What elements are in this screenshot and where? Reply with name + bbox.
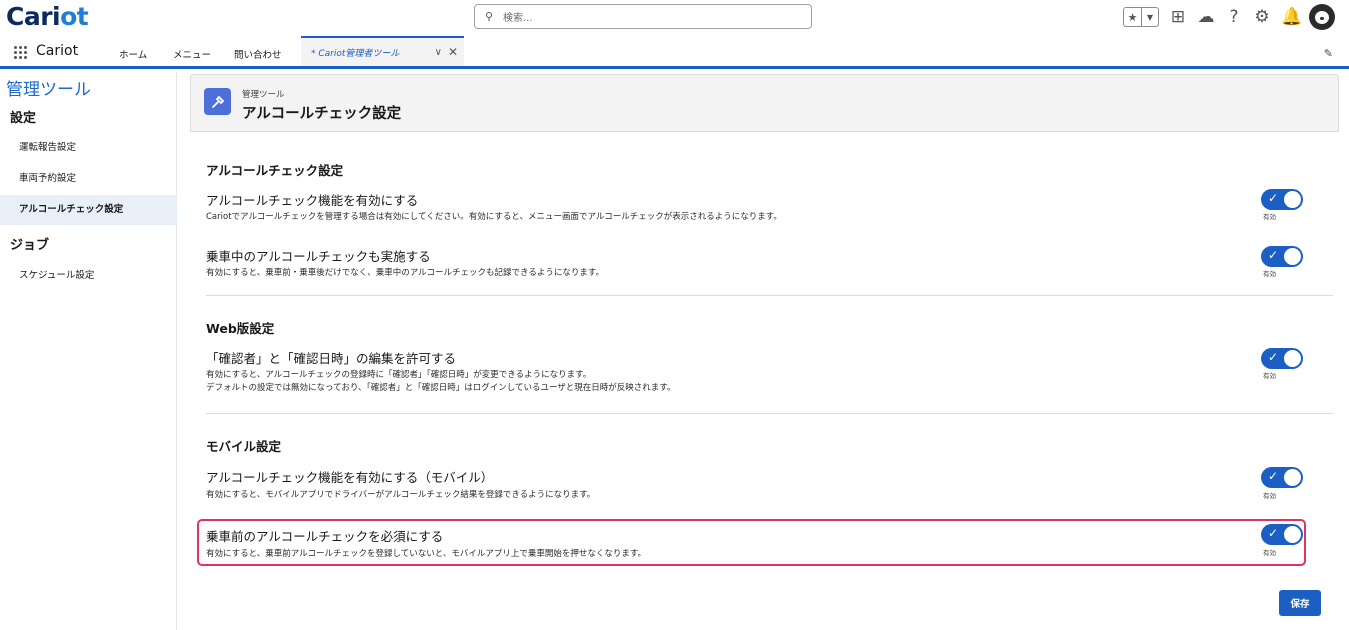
save-button[interactable]: 保存 bbox=[1279, 590, 1321, 616]
setting-desc-in-ride-check: 有効にすると、乗車前・乗車後だけでなく、乗車中のアルコールチェックも記録できるよ… bbox=[206, 268, 604, 278]
check-icon: ✓ bbox=[1268, 469, 1279, 483]
edit-nav-pencil-icon[interactable]: ✎ bbox=[1324, 47, 1333, 60]
toggle-require-pre-ride[interactable]: ✓ bbox=[1261, 524, 1303, 545]
nav-item-inquiry[interactable]: 問い合わせ bbox=[234, 47, 282, 61]
app-launcher-icon[interactable] bbox=[14, 46, 27, 59]
toggle-caption: 有効 bbox=[1263, 372, 1276, 380]
setup-gear-icon[interactable]: ⚙ bbox=[1253, 7, 1271, 27]
section-divider bbox=[206, 295, 1333, 296]
nav-item-home[interactable]: ホーム bbox=[119, 47, 147, 61]
sidebar-item-schedule[interactable]: スケジュール設定 bbox=[0, 261, 177, 291]
sidebar-item-alcohol-check[interactable]: アルコールチェック設定 bbox=[0, 195, 177, 225]
notifications-bell-icon[interactable]: 🔔 bbox=[1281, 7, 1302, 27]
page-subtitle: 管理ツール bbox=[242, 90, 285, 100]
sidebar-item-vehicle-reservation[interactable]: 車両予約設定 bbox=[0, 164, 177, 194]
setting-label-enable-alcohol-check: アルコールチェック機能を有効にする bbox=[206, 193, 419, 208]
toggle-enable-mobile[interactable]: ✓ bbox=[1261, 467, 1303, 488]
page-header: 管理ツール アルコールチェック設定 bbox=[190, 74, 1339, 132]
setting-desc-enable-alcohol-check: Cariotでアルコールチェックを管理する場合は有効にしてください。有効にすると… bbox=[206, 212, 782, 222]
tab-chevron-down-icon[interactable]: ∨ bbox=[435, 47, 442, 58]
help-icon[interactable]: ? bbox=[1225, 7, 1243, 27]
favorites-button-group: ★ ▼ bbox=[1123, 7, 1159, 27]
toggle-caption: 有効 bbox=[1263, 492, 1276, 500]
tab-label: * Cariot管理者ツール bbox=[311, 48, 400, 59]
sidebar-section-settings: 設定 bbox=[10, 111, 37, 126]
check-icon: ✓ bbox=[1268, 191, 1279, 205]
cariot-logo[interactable]: Cariot bbox=[6, 2, 89, 31]
section-title-alcohol-check: アルコールチェック設定 bbox=[206, 163, 344, 178]
global-search-input[interactable]: ⚲ 検索... bbox=[474, 4, 812, 29]
tab-close-icon[interactable]: ✕ bbox=[448, 45, 458, 59]
check-icon: ✓ bbox=[1268, 248, 1279, 262]
admin-tool-sidebar: 管理ツール 設定 運転報告設定 車両予約設定 アルコールチェック設定 ジョブ ス… bbox=[0, 72, 177, 630]
section-title-web: Web版設定 bbox=[206, 321, 275, 336]
app-name: Cariot bbox=[36, 43, 79, 59]
check-icon: ✓ bbox=[1268, 526, 1279, 540]
setting-desc-enable-mobile: 有効にすると、モバイルアプリでドライバーがアルコールチェック結果を登録できるよう… bbox=[206, 490, 596, 500]
main-content: 管理ツール アルコールチェック設定 アルコールチェック設定 アルコールチェック機… bbox=[190, 72, 1339, 630]
favorite-star-icon[interactable]: ★ bbox=[1124, 8, 1141, 26]
sidebar-section-jobs: ジョブ bbox=[10, 238, 50, 253]
search-icon: ⚲ bbox=[485, 10, 494, 23]
header-utility-icons: ★ ▼ ⊞ ☁ ? ⚙ 🔔 bbox=[1123, 4, 1335, 30]
nav-item-menu[interactable]: メニュー bbox=[173, 47, 211, 61]
tab-cariot-admin-tool[interactable]: * Cariot管理者ツール ∨ ✕ bbox=[301, 36, 464, 66]
setting-desc-allow-edit-confirmer-1: 有効にすると、アルコールチェックの登録時に「確認者」「確認日時」が変更できるよう… bbox=[206, 370, 592, 380]
favorites-dropdown-icon[interactable]: ▼ bbox=[1141, 8, 1158, 26]
app-navigation-bar: Cariot ホーム メニュー 問い合わせ * Cariot管理者ツール ∨ ✕… bbox=[0, 36, 1349, 69]
section-title-mobile: モバイル設定 bbox=[206, 439, 282, 454]
search-placeholder: 検索... bbox=[503, 13, 533, 24]
trailhead-icon[interactable]: ☁ bbox=[1197, 7, 1215, 27]
setting-desc-require-pre-ride: 有効にすると、乗車前アルコールチェックを登録していないと、モバイルアプリ上で乗車… bbox=[206, 549, 647, 559]
sidebar-title: 管理ツール bbox=[6, 80, 91, 100]
global-header: Cariot ⚲ 検索... ★ ▼ ⊞ ☁ ? ⚙ 🔔 bbox=[0, 0, 1349, 36]
toggle-in-ride-check[interactable]: ✓ bbox=[1261, 246, 1303, 267]
sidebar-item-drive-report[interactable]: 運転報告設定 bbox=[0, 133, 177, 163]
alcohol-check-icon bbox=[204, 88, 231, 115]
toggle-enable-alcohol-check[interactable]: ✓ bbox=[1261, 189, 1303, 210]
user-avatar[interactable] bbox=[1309, 4, 1335, 30]
section-divider bbox=[206, 413, 1333, 414]
check-icon: ✓ bbox=[1268, 350, 1279, 364]
setting-label-enable-mobile: アルコールチェック機能を有効にする（モバイル） bbox=[206, 470, 494, 485]
setting-desc-allow-edit-confirmer-2: デフォルトの設定では無効になっており、「確認者」と「確認日時」はログインしている… bbox=[206, 383, 676, 393]
toggle-caption: 有効 bbox=[1263, 270, 1276, 278]
toggle-caption: 有効 bbox=[1263, 213, 1276, 221]
toggle-caption: 有効 bbox=[1263, 549, 1276, 557]
toggle-allow-edit-confirmer[interactable]: ✓ bbox=[1261, 348, 1303, 369]
setting-label-in-ride-check: 乗車中のアルコールチェックも実施する bbox=[206, 249, 431, 264]
page-title: アルコールチェック設定 bbox=[242, 106, 402, 122]
setting-label-require-pre-ride: 乗車前のアルコールチェックを必須にする bbox=[206, 529, 444, 544]
setting-label-allow-edit-confirmer: 「確認者」と「確認日時」の編集を許可する bbox=[206, 351, 457, 366]
global-actions-icon[interactable]: ⊞ bbox=[1169, 7, 1187, 27]
